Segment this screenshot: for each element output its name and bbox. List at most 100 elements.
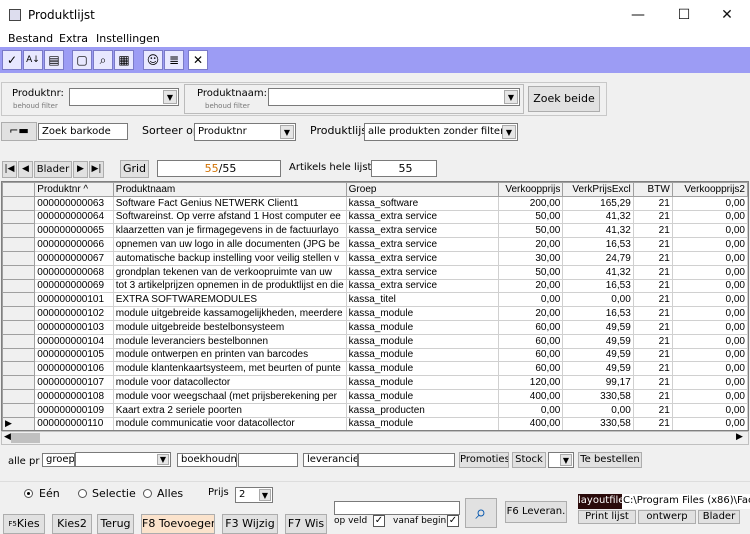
cell-produktnaam[interactable]: module uitgebreide bestelbonsysteem [112, 319, 347, 335]
cell-verkprijsexcl[interactable]: 330,58 [562, 416, 634, 430]
table-row[interactable]: ▶ 000000000110 module communicatie voor da… [2, 416, 748, 430]
col-groep[interactable]: Groep [345, 182, 499, 197]
cell-verkoopprijs2[interactable]: 0,00 [671, 361, 748, 377]
cell-groep[interactable]: kassa_module [345, 375, 499, 390]
print-lijst-button[interactable]: Print lijst [578, 510, 636, 524]
leverancier-field[interactable] [358, 453, 455, 467]
cell-produktnaam[interactable]: module uitgebreide kassamogelijkheden, m… [112, 306, 347, 321]
cell-produktnaam[interactable]: Softwareinst. Op verre afstand 1 Host co… [112, 209, 347, 225]
cell-verkprijsexcl[interactable]: 0,00 [562, 402, 634, 418]
cell-produktnaam[interactable]: module klantenkaartsysteem, met beurten … [112, 361, 347, 377]
cell-produktnaam[interactable]: tot 3 artikelprijzen opnemen in de produ… [112, 278, 347, 294]
cell-produktnr[interactable]: 000000000068 [34, 264, 114, 280]
cell-btw[interactable]: 21 [632, 319, 673, 335]
cell-verkoopprijs[interactable]: 60,00 [497, 333, 564, 349]
cell-btw[interactable]: 21 [632, 388, 673, 404]
cell-produktnaam[interactable]: Software Fact Genius NETWERK Client1 [112, 195, 347, 211]
f3-wijzig-button[interactable]: F3 Wijzig [222, 514, 278, 534]
cell-produktnaam[interactable]: module leveranciers bestelbonnen [112, 333, 347, 349]
te-bestellen-button[interactable]: Te bestellen [578, 452, 642, 468]
magnifier-search-icon[interactable]: ⌕ [465, 498, 497, 528]
cell-produktnr[interactable]: 000000000101 [34, 292, 114, 308]
chevron-down-icon[interactable]: ▼ [280, 125, 294, 139]
cell-produktnaam[interactable]: module voor weegschaal (met prijsbereken… [112, 388, 347, 404]
cell-btw[interactable]: 21 [632, 237, 673, 252]
grid-button[interactable]: Grid [120, 160, 149, 178]
cell-verkprijsexcl[interactable]: 41,32 [562, 223, 634, 239]
menu-extra[interactable]: Extra [59, 32, 88, 45]
cell-produktnr[interactable]: 000000000065 [34, 223, 114, 239]
blader-button[interactable]: Blader [34, 161, 72, 178]
cell-verkoopprijs2[interactable]: 0,00 [671, 375, 748, 390]
cell-verkprijsexcl[interactable]: 16,53 [562, 306, 634, 321]
cell-groep[interactable]: kassa_module [345, 347, 499, 363]
cell-produktnr[interactable]: 000000000103 [34, 319, 114, 335]
chevron-down-icon[interactable]: ▼ [163, 90, 177, 104]
cell-verkoopprijs[interactable]: 60,00 [497, 361, 564, 377]
cell-verkoopprijs2[interactable]: 0,00 [671, 278, 748, 294]
chevron-down-icon[interactable]: ▼ [502, 125, 516, 139]
prijs-select[interactable]: 2 ▼ [235, 487, 273, 503]
minimize-button[interactable]: — [615, 0, 661, 31]
cell-groep[interactable]: kassa_extra service [345, 278, 499, 294]
cell-produktnaam[interactable]: opnemen van uw logo in alle documenten (… [112, 237, 347, 252]
cell-btw[interactable]: 21 [632, 306, 673, 321]
product-grid[interactable]: Produktnr ^ Produktnaam Groep Verkooppri… [1, 181, 749, 431]
cell-produktnr[interactable]: 000000000067 [34, 250, 114, 266]
radio-een[interactable] [24, 489, 33, 498]
cell-btw[interactable]: 21 [632, 292, 673, 308]
cell-produktnaam[interactable]: EXTRA SOFTWAREMODULES [112, 292, 347, 308]
cell-verkoopprijs[interactable]: 60,00 [497, 347, 564, 363]
cell-verkoopprijs2[interactable]: 0,00 [671, 292, 748, 308]
image-icon[interactable]: ▦ [114, 50, 134, 70]
chevron-down-icon[interactable]: ▼ [259, 489, 271, 501]
last-record-icon[interactable]: ▶| [89, 161, 104, 178]
cell-produktnr[interactable]: 000000000107 [34, 375, 114, 390]
cell-verkprijsexcl[interactable]: 49,59 [562, 347, 634, 363]
blader-print-button[interactable]: Blader [698, 510, 740, 524]
cell-verkoopprijs2[interactable]: 0,00 [671, 209, 748, 225]
cell-produktnaam[interactable]: grondplan tekenen van de verkoopruimte v… [112, 264, 347, 280]
cell-groep[interactable]: kassa_extra service [345, 264, 499, 280]
cell-produktnr[interactable]: 000000000105 [34, 347, 114, 363]
cell-btw[interactable]: 21 [632, 347, 673, 363]
op-veld-checkbox[interactable]: ✓ [373, 515, 385, 527]
scroll-thumb[interactable] [11, 433, 40, 443]
table-row[interactable]: 000000000066 opnemen van uw logo in alle … [2, 237, 748, 252]
cell-verkoopprijs[interactable]: 50,00 [497, 264, 564, 280]
cell-produktnaam[interactable]: Kaart extra 2 seriele poorten [112, 402, 347, 418]
barcode-field[interactable]: Zoek barkode [38, 123, 128, 140]
cell-btw[interactable]: 21 [632, 223, 673, 239]
row-selector[interactable] [2, 388, 36, 404]
cell-groep[interactable]: kassa_software [345, 195, 499, 211]
table-row[interactable]: 000000000107 module voor datacollector kas… [2, 375, 748, 390]
cell-verkoopprijs2[interactable]: 0,00 [671, 319, 748, 335]
cell-groep[interactable]: kassa_titel [345, 292, 499, 308]
zoek-beide-button[interactable]: Zoek beide [528, 86, 600, 112]
cell-verkoopprijs2[interactable]: 0,00 [671, 195, 748, 211]
cell-groep[interactable]: kassa_module [345, 361, 499, 377]
cell-produktnr[interactable]: 000000000063 [34, 195, 114, 211]
cell-groep[interactable]: kassa_extra service [345, 209, 499, 225]
cell-verkoopprijs[interactable]: 50,00 [497, 209, 564, 225]
table-row[interactable]: 000000000063 Software Fact Genius NETWERK… [2, 195, 748, 211]
terug-button[interactable]: Terug [97, 514, 134, 534]
cell-verkoopprijs[interactable]: 30,00 [497, 250, 564, 266]
menu-instellingen[interactable]: Instellingen [96, 32, 160, 45]
cell-btw[interactable]: 21 [632, 250, 673, 266]
cell-groep[interactable]: kassa_module [345, 416, 499, 430]
table-row[interactable]: 000000000064 Softwareinst. Op verre afsta… [2, 209, 748, 225]
cell-verkoopprijs2[interactable]: 0,00 [671, 333, 748, 349]
cell-btw[interactable]: 21 [632, 361, 673, 377]
cell-verkprijsexcl[interactable]: 49,59 [562, 319, 634, 335]
table-row[interactable]: 000000000105 module ontwerpen en printen … [2, 347, 748, 363]
kies-button[interactable]: F5Kies [3, 514, 45, 534]
horizontal-scrollbar[interactable]: ◀ ▶ [1, 431, 749, 445]
cell-verkoopprijs[interactable]: 60,00 [497, 319, 564, 335]
table-row[interactable]: 000000000065 klaarzetten van je firmagege… [2, 223, 748, 239]
cell-produktnaam[interactable]: klaarzetten van je firmagegevens in de f… [112, 223, 347, 239]
cell-verkprijsexcl[interactable]: 165,29 [562, 195, 634, 211]
cell-verkoopprijs2[interactable]: 0,00 [671, 416, 748, 430]
cell-produktnaam[interactable]: module voor datacollector [112, 375, 347, 390]
radio-alles[interactable] [143, 489, 152, 498]
